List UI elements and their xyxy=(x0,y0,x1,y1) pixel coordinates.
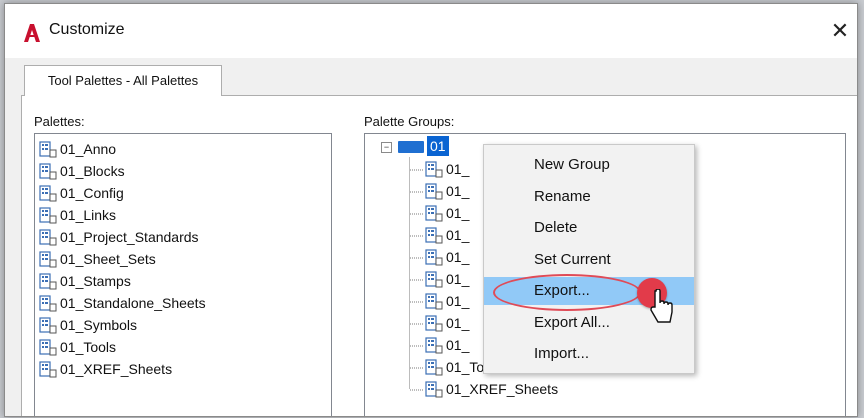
group-child-label: 01_XREF_Sheets xyxy=(446,381,559,397)
context-menu-item[interactable]: New Group xyxy=(484,151,694,179)
group-child-label: 01_ xyxy=(446,161,470,177)
group-child-label: 01_ xyxy=(446,205,470,221)
tab-panel: Palettes: 01_Anno 01_Blocks 01_Config 01_Li… xyxy=(21,95,857,416)
palette-icon xyxy=(39,229,57,246)
palette-icon xyxy=(39,339,57,356)
autocad-a-icon xyxy=(24,24,40,42)
group-child-label: 01_ xyxy=(446,183,470,199)
dialog-title: Customize xyxy=(49,21,125,38)
context-menu-item[interactable]: Import... xyxy=(484,340,694,368)
close-button[interactable]: ✕ xyxy=(825,16,855,46)
menu-item-label: Delete xyxy=(534,219,578,236)
palette-icon xyxy=(39,207,57,224)
palette-item-label: 01_Anno xyxy=(60,141,117,157)
menu-item-label: Export All... xyxy=(534,313,610,331)
palette-icon xyxy=(39,251,57,268)
palette-icon xyxy=(425,249,443,266)
tab-tool-palettes[interactable]: Tool Palettes - All Palettes xyxy=(24,65,222,96)
context-menu-item[interactable]: Delete xyxy=(484,214,694,242)
palette-item-label: 01_Sheet_Sets xyxy=(60,251,156,267)
palette-groups-label: Palette Groups: xyxy=(364,114,455,129)
group-child-label: 01_ xyxy=(446,337,470,353)
highlight-oval xyxy=(493,274,641,311)
context-menu-item[interactable]: Set Current xyxy=(484,246,694,274)
menu-item-label: Import... xyxy=(534,345,590,362)
palette-icon xyxy=(425,271,443,288)
group-child-label: 01_ xyxy=(446,293,470,309)
palette-icon xyxy=(39,273,57,290)
group-child-label: 01_ xyxy=(446,271,470,287)
group-child-label: 01_ xyxy=(446,227,470,243)
palette-icon xyxy=(39,361,57,378)
palette-item-label: 01_Stamps xyxy=(60,273,131,289)
context-menu: New Group Rename Delete Set Current Export..… xyxy=(483,144,695,374)
title-bar: Customize ✕ xyxy=(5,4,857,58)
palettes-list[interactable]: 01_Anno 01_Blocks 01_Config 01_Links 01_Proj… xyxy=(34,133,332,416)
palette-icon xyxy=(39,163,57,180)
palettes-label: Palettes: xyxy=(34,114,85,129)
palette-icon xyxy=(425,183,443,200)
menu-item-label: New Group xyxy=(534,156,610,173)
context-menu-item[interactable]: Rename xyxy=(484,183,694,211)
palette-item-label: 01_Standalone_Sheets xyxy=(60,295,206,311)
palette-item-label: 01_Config xyxy=(60,185,124,201)
palette-icon xyxy=(39,185,57,202)
palette-icon xyxy=(425,337,443,354)
customize-dialog: Customize ✕ Tool Palettes - All Palettes… xyxy=(4,3,858,417)
palette-icon xyxy=(425,227,443,244)
palette-icon xyxy=(425,359,443,376)
palette-item-label: 01_Symbols xyxy=(60,317,138,333)
palette-icon xyxy=(425,161,443,178)
palette-icon xyxy=(425,205,443,222)
palette-item-label: 01_Links xyxy=(60,207,117,223)
palette-item-label: 01_XREF_Sheets xyxy=(60,361,173,377)
palette-icon xyxy=(39,317,57,334)
palette-icon xyxy=(425,315,443,332)
palette-item-label: 01_Blocks xyxy=(60,163,125,179)
group-child-label: 01_ xyxy=(446,315,470,331)
palette-item-label: 01_Project_Standards xyxy=(60,229,199,245)
menu-item-label: Set Current xyxy=(534,250,611,268)
palette-icon xyxy=(39,141,57,158)
palette-icon xyxy=(425,293,443,310)
palette-item-label: 01_Tools xyxy=(60,339,117,355)
menu-item-label: Rename xyxy=(534,187,591,205)
group-child-label: 01_ xyxy=(446,249,470,265)
palette-icon xyxy=(39,295,57,312)
palette-icon xyxy=(425,381,443,398)
mouse-pointer-icon xyxy=(650,289,673,323)
